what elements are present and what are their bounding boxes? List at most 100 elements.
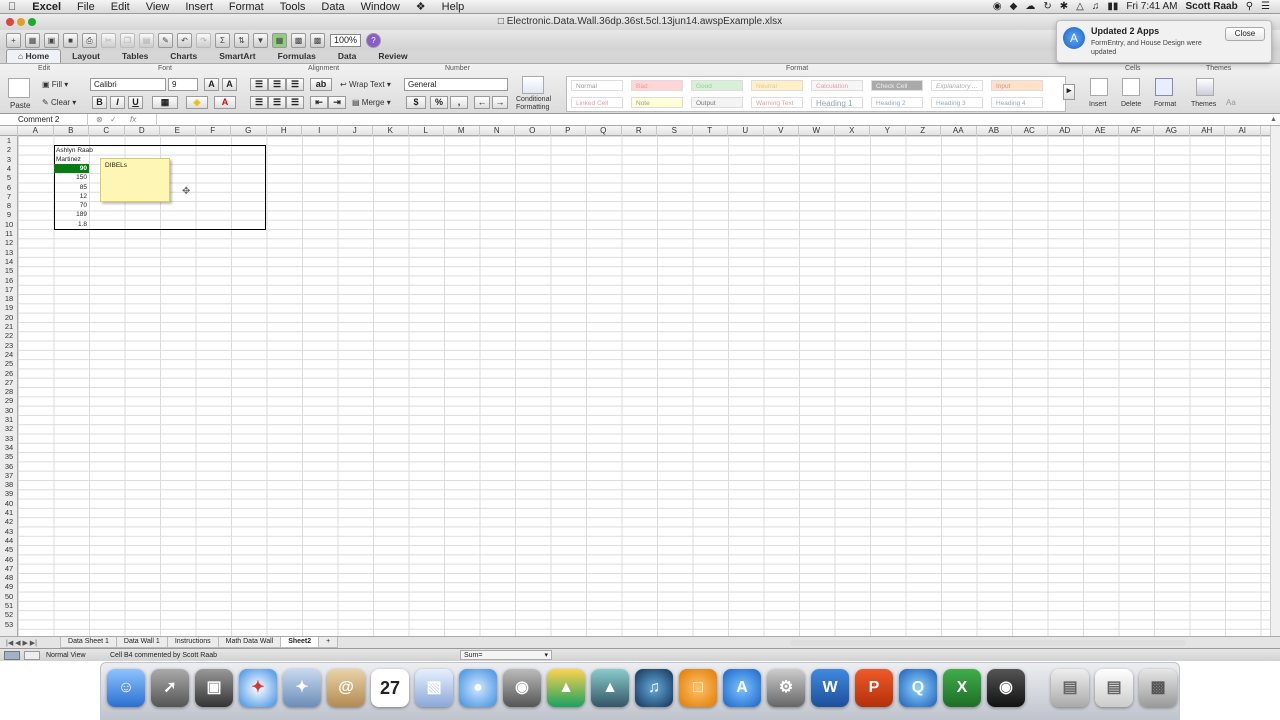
style-neutral[interactable]: Neutral xyxy=(751,80,803,91)
insert-button[interactable]: Insert xyxy=(1089,101,1107,108)
row-header[interactable]: 25 xyxy=(0,359,18,368)
column-header[interactable]: K xyxy=(373,126,409,136)
cell-b2[interactable]: Ashlyn Raab xyxy=(56,146,93,155)
row-header[interactable]: 9 xyxy=(0,210,18,219)
fill-color-icon[interactable]: ◈ xyxy=(186,96,208,109)
finder-icon[interactable]: ☺ xyxy=(107,669,145,707)
app-store-dock-icon[interactable]: A xyxy=(723,669,761,707)
mail-icon[interactable]: ✦ xyxy=(283,669,321,707)
tab-tables[interactable]: Tables xyxy=(111,50,159,63)
copy-icon[interactable]: ❐ xyxy=(120,32,135,48)
gallery-icon[interactable]: ▦ xyxy=(272,32,287,48)
column-header[interactable]: AE xyxy=(1083,126,1119,136)
borders-icon[interactable]: ▦ xyxy=(152,96,178,109)
dropbox-icon[interactable]: ◆ xyxy=(1006,1,1022,12)
decrease-decimal-icon[interactable]: → xyxy=(492,96,508,109)
column-header[interactable]: AG xyxy=(1154,126,1190,136)
row-header[interactable]: 52 xyxy=(0,610,18,619)
cut-icon[interactable]: ✂ xyxy=(101,32,116,48)
cell-b8[interactable]: 70 xyxy=(54,201,89,210)
toolbox-icon[interactable]: ▩ xyxy=(291,32,306,48)
preview-icon[interactable]: ▧ xyxy=(415,669,453,707)
column-header[interactable]: I xyxy=(302,126,338,136)
delete-cells-icon[interactable] xyxy=(1122,78,1140,96)
fonts-theme-icon[interactable]: Aa xyxy=(1226,98,1236,107)
row-header[interactable]: 22 xyxy=(0,331,18,340)
sheet-nav-arrows[interactable]: |◀ ◀ ▶ ▶| xyxy=(0,639,43,647)
new-icon[interactable]: + xyxy=(6,32,21,48)
column-header[interactable]: N xyxy=(480,126,515,136)
confirm-formula-icon[interactable]: ✓ xyxy=(110,114,117,126)
row-header[interactable]: 26 xyxy=(0,369,18,378)
column-header[interactable]: C xyxy=(89,126,125,136)
cancel-formula-icon[interactable]: ⊗ xyxy=(96,114,103,126)
style-heading-3[interactable]: Heading 3 xyxy=(931,97,983,108)
italic-button[interactable]: I xyxy=(110,96,125,109)
row-header[interactable]: 2 xyxy=(0,145,18,154)
decrease-indent-icon[interactable]: ⇤ xyxy=(310,96,328,109)
column-header[interactable]: G xyxy=(231,126,267,136)
column-header[interactable]: U xyxy=(728,126,764,136)
font-name-select[interactable]: Calibri xyxy=(90,78,166,91)
row-header[interactable]: 12 xyxy=(0,238,18,247)
column-header[interactable]: J xyxy=(338,126,373,136)
clear-button[interactable]: ✎ Clear ▾ xyxy=(42,98,76,107)
sort-icon[interactable]: ⇅ xyxy=(234,32,249,48)
column-header[interactable]: AF xyxy=(1119,126,1154,136)
paste-big-icon[interactable] xyxy=(8,78,30,98)
column-header[interactable]: AA xyxy=(941,126,977,136)
row-header[interactable]: 28 xyxy=(0,387,18,396)
column-header[interactable]: P xyxy=(551,126,586,136)
menu-insert[interactable]: Insert xyxy=(177,0,221,14)
fill-button[interactable]: ▣ Fill ▾ xyxy=(42,80,68,89)
bluetooth-icon[interactable]: ✱ xyxy=(1056,1,1072,12)
row-header[interactable]: 1 xyxy=(0,136,18,145)
column-header[interactable]: S xyxy=(657,126,693,136)
style-explanatory[interactable]: Explanatory ... xyxy=(931,80,983,91)
paste-button[interactable]: Paste xyxy=(10,101,30,110)
wrap-text-button[interactable]: ↩ Wrap Text ▾ xyxy=(340,80,391,89)
row-header[interactable]: 53 xyxy=(0,620,18,629)
sheet-tab-instructions[interactable]: Instructions xyxy=(166,637,219,648)
google-drive-icon[interactable]: ▲ xyxy=(547,669,585,707)
menu-format[interactable]: Format xyxy=(221,0,272,14)
minimize-window-button[interactable] xyxy=(17,18,25,26)
row-header[interactable]: 46 xyxy=(0,555,18,564)
cell-comment[interactable]: DIBELs xyxy=(100,158,170,202)
row-header[interactable]: 50 xyxy=(0,592,18,601)
menu-tools[interactable]: Tools xyxy=(272,0,314,14)
row-header[interactable]: 7 xyxy=(0,192,18,201)
tab-formulas[interactable]: Formulas xyxy=(267,50,327,63)
cloud-icon[interactable]: ☁ xyxy=(1021,1,1039,12)
row-header[interactable]: 17 xyxy=(0,285,18,294)
launchpad-icon[interactable]: ➚ xyxy=(151,669,189,707)
row-header[interactable]: 47 xyxy=(0,564,18,573)
style-note[interactable]: Note xyxy=(631,97,683,108)
cell-b6[interactable]: 85 xyxy=(54,183,89,192)
menu-app-excel[interactable]: Excel xyxy=(24,0,69,14)
column-header[interactable]: AI xyxy=(1225,126,1261,136)
column-header[interactable]: B xyxy=(54,126,89,136)
conditional-formatting-icon[interactable] xyxy=(522,76,544,94)
print-icon[interactable]: ⎙ xyxy=(82,32,97,48)
align-bottom-icon[interactable]: ☰ xyxy=(286,78,304,91)
column-header[interactable]: D xyxy=(125,126,160,136)
row-header[interactable]: 33 xyxy=(0,434,18,443)
delete-button[interactable]: Delete xyxy=(1121,101,1141,108)
menu-edit[interactable]: Edit xyxy=(103,0,138,14)
row-header[interactable]: 21 xyxy=(0,322,18,331)
iphoto-icon[interactable]: ▲ xyxy=(591,669,629,707)
style-heading-2[interactable]: Heading 2 xyxy=(871,97,923,108)
increase-indent-icon[interactable]: ⇥ xyxy=(328,96,346,109)
expand-formula-icon[interactable]: ▲ xyxy=(1270,114,1277,126)
tab-data[interactable]: Data xyxy=(327,50,367,63)
name-box[interactable]: Comment 2 xyxy=(4,114,88,126)
battery-icon[interactable]: ▮▮ xyxy=(1103,1,1122,12)
column-header[interactable]: AB xyxy=(977,126,1012,136)
downloads-stack-icon[interactable]: ▤ xyxy=(1095,669,1133,707)
column-header[interactable]: Q xyxy=(586,126,622,136)
column-header[interactable]: H xyxy=(267,126,302,136)
spotlight-icon[interactable]: ⚲ xyxy=(1242,1,1257,12)
tab-home[interactable]: ⌂ Home xyxy=(6,49,62,63)
row-header[interactable]: 51 xyxy=(0,601,18,610)
